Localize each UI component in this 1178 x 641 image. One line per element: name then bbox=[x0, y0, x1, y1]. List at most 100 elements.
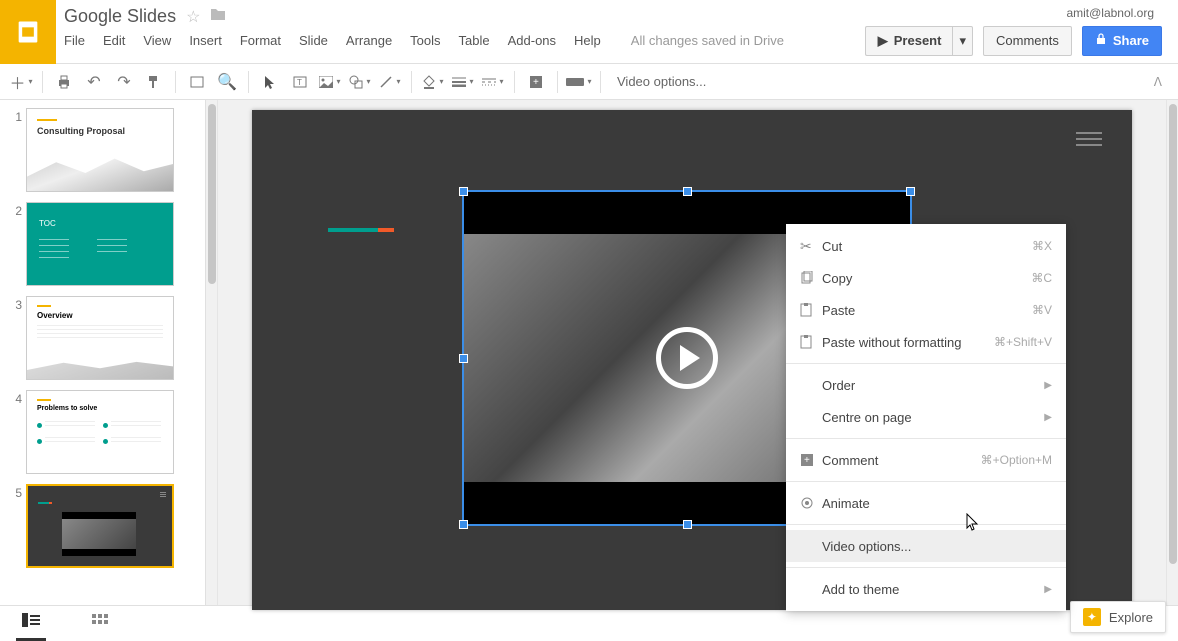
ctx-animate[interactable]: Animate bbox=[786, 487, 1066, 519]
select-tool[interactable] bbox=[257, 69, 283, 95]
ctx-paste[interactable]: Paste ⌘V bbox=[786, 294, 1066, 326]
menu-edit[interactable]: Edit bbox=[103, 33, 125, 48]
title-mid: Google Slides ☆ File Edit View Insert Fo… bbox=[56, 0, 849, 63]
new-slide-button[interactable]: ＋ bbox=[8, 69, 34, 95]
separator bbox=[514, 71, 515, 93]
explore-button[interactable]: ✦ Explore bbox=[1070, 601, 1166, 633]
thumbnail-1[interactable]: 1 Consulting Proposal bbox=[6, 108, 199, 192]
clipboard-icon bbox=[800, 303, 822, 317]
folder-icon[interactable] bbox=[210, 7, 226, 26]
print-button[interactable] bbox=[51, 69, 77, 95]
svg-text:+: + bbox=[533, 77, 539, 88]
menu-file[interactable]: File bbox=[64, 33, 85, 48]
titlebar: Google Slides ☆ File Edit View Insert Fo… bbox=[0, 0, 1178, 64]
ctx-comment[interactable]: + Comment ⌘+Option+M bbox=[786, 444, 1066, 476]
input-tool[interactable] bbox=[566, 69, 592, 95]
svg-text:+: + bbox=[804, 455, 810, 466]
separator bbox=[786, 524, 1066, 525]
lock-icon bbox=[1095, 33, 1107, 48]
line-tool[interactable] bbox=[377, 69, 403, 95]
separator bbox=[600, 71, 601, 93]
resize-handle-tl[interactable] bbox=[459, 187, 468, 196]
zoom-fit-button[interactable] bbox=[184, 69, 210, 95]
thumbnail-2[interactable]: 2 TOC bbox=[6, 202, 199, 286]
menu-table[interactable]: Table bbox=[459, 33, 490, 48]
present-button[interactable]: ▶ Present bbox=[865, 26, 954, 56]
toolbar: ＋ ↶ ↷ 🔍 T + Video options... ᐱ bbox=[0, 64, 1178, 100]
separator bbox=[557, 71, 558, 93]
submenu-arrow-icon: ▶ bbox=[1044, 584, 1052, 595]
play-icon: ▶ bbox=[878, 33, 888, 49]
redo-button[interactable]: ↷ bbox=[111, 69, 137, 95]
ctx-copy[interactable]: Copy ⌘C bbox=[786, 262, 1066, 294]
menu-view[interactable]: View bbox=[143, 33, 171, 48]
menu-slide[interactable]: Slide bbox=[299, 33, 328, 48]
star-icon[interactable]: ☆ bbox=[186, 7, 200, 27]
border-dash-tool[interactable] bbox=[480, 69, 506, 95]
ctx-paste-without-formatting[interactable]: Paste without formatting ⌘+Shift+V bbox=[786, 326, 1066, 358]
ctx-add-to-theme[interactable]: Add to theme ▶ bbox=[786, 573, 1066, 605]
fill-color-tool[interactable] bbox=[420, 69, 446, 95]
resize-handle-ml[interactable] bbox=[459, 354, 468, 363]
menu-format[interactable]: Format bbox=[240, 33, 281, 48]
shape-tool[interactable] bbox=[347, 69, 373, 95]
resize-handle-tm[interactable] bbox=[683, 187, 692, 196]
accent-mark bbox=[328, 228, 394, 232]
separator bbox=[411, 71, 412, 93]
explore-icon: ✦ bbox=[1083, 608, 1101, 626]
svg-text:T: T bbox=[297, 78, 302, 87]
ctx-video-options[interactable]: Video options... bbox=[786, 530, 1066, 562]
user-email[interactable]: amit@labnol.org bbox=[1066, 6, 1154, 20]
share-button[interactable]: Share bbox=[1082, 26, 1162, 56]
menu-addons[interactable]: Add-ons bbox=[508, 33, 556, 48]
zoom-button[interactable]: 🔍 bbox=[214, 69, 240, 95]
resize-handle-bm[interactable] bbox=[683, 520, 692, 529]
border-weight-tool[interactable] bbox=[450, 69, 476, 95]
undo-button[interactable]: ↶ bbox=[81, 69, 107, 95]
menu-tools[interactable]: Tools bbox=[410, 33, 440, 48]
menu-insert[interactable]: Insert bbox=[189, 33, 222, 48]
menu-arrange[interactable]: Arrange bbox=[346, 33, 392, 48]
thumbnail-3[interactable]: 3 Overview bbox=[6, 296, 199, 380]
video-options-toolbar[interactable]: Video options... bbox=[609, 74, 706, 89]
thumbnails-panel[interactable]: 1 Consulting Proposal 2 TOC 3 Overview 4 bbox=[0, 100, 206, 605]
animate-icon bbox=[800, 496, 822, 510]
grid-view-button[interactable] bbox=[86, 608, 114, 639]
ctx-cut[interactable]: ✂ Cut ⌘X bbox=[786, 230, 1066, 262]
copy-icon bbox=[800, 271, 822, 285]
menubar: File Edit View Insert Format Slide Arran… bbox=[64, 33, 841, 48]
separator bbox=[786, 481, 1066, 482]
textbox-tool[interactable]: T bbox=[287, 69, 313, 95]
resize-handle-tr[interactable] bbox=[906, 187, 915, 196]
menu-help[interactable]: Help bbox=[574, 33, 601, 48]
separator bbox=[248, 71, 249, 93]
canvas-scrollbar[interactable] bbox=[1166, 100, 1178, 605]
document-title[interactable]: Google Slides bbox=[64, 6, 176, 27]
hamburger-icon bbox=[1076, 132, 1102, 146]
separator bbox=[175, 71, 176, 93]
insert-comment-button[interactable]: + bbox=[523, 69, 549, 95]
play-icon bbox=[656, 327, 718, 389]
submenu-arrow-icon: ▶ bbox=[1044, 412, 1052, 423]
cursor-icon bbox=[964, 513, 980, 534]
present-dropdown[interactable]: ▾ bbox=[952, 26, 973, 56]
clipboard-plain-icon bbox=[800, 335, 822, 349]
thumbnail-5[interactable]: 5 bbox=[6, 484, 199, 568]
comment-icon: + bbox=[800, 453, 822, 467]
ctx-centre[interactable]: Centre on page ▶ bbox=[786, 401, 1066, 433]
scissors-icon: ✂ bbox=[800, 238, 822, 255]
collapse-toolbar-icon[interactable]: ᐱ bbox=[1154, 75, 1170, 89]
paint-format-button[interactable] bbox=[141, 69, 167, 95]
comments-button[interactable]: Comments bbox=[983, 26, 1072, 56]
separator bbox=[786, 567, 1066, 568]
separator bbox=[786, 363, 1066, 364]
resize-handle-bl[interactable] bbox=[459, 520, 468, 529]
thumbnail-4[interactable]: 4 Problems to solve bbox=[6, 390, 199, 474]
slides-logo[interactable] bbox=[0, 0, 56, 64]
ctx-order[interactable]: Order ▶ bbox=[786, 369, 1066, 401]
separator bbox=[42, 71, 43, 93]
image-tool[interactable] bbox=[317, 69, 343, 95]
filmstrip-view-button[interactable] bbox=[16, 607, 46, 641]
separator bbox=[786, 438, 1066, 439]
thumbs-scrollbar[interactable] bbox=[206, 100, 218, 605]
